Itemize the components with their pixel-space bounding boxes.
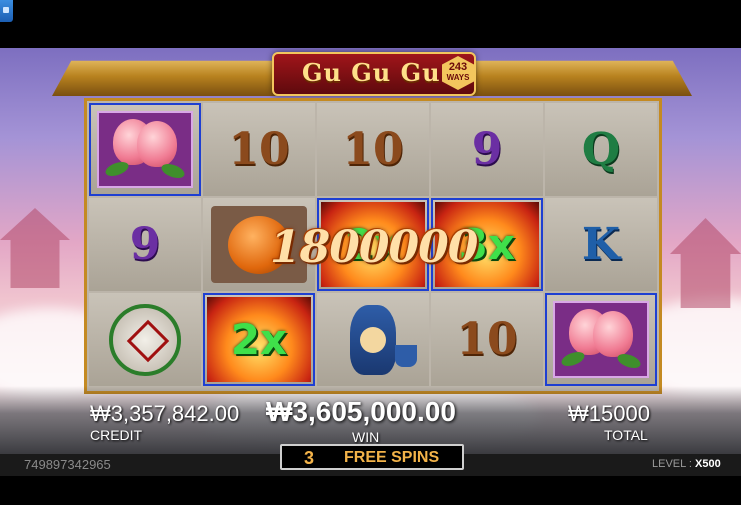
reel-cell-10: 10 [203, 103, 315, 196]
free-spins-counter: 3 FREE SPINS [280, 444, 464, 470]
free-spins-label: FREE SPINS [344, 449, 440, 466]
total-bet-label: TOTAL [604, 427, 648, 443]
reel-cell-coin [89, 293, 201, 386]
reel-cell-vase [317, 293, 429, 386]
symbol-q: Q [581, 123, 621, 175]
reel-cell-wild-2x: 2x [203, 293, 315, 386]
ways-count: 243 [448, 61, 468, 73]
multiplier-2x: 2x [230, 315, 288, 364]
reel-cell-9: 9 [431, 103, 543, 196]
reel-cell-peach [545, 293, 657, 386]
credit-value: ₩3,357,842.00 [90, 401, 240, 426]
reel-cell-10: 10 [431, 293, 543, 386]
peach-icon [137, 121, 177, 167]
winning-amount-overlay: 1800000 [270, 222, 478, 273]
reel-cell-peach [89, 103, 201, 196]
reel-cell-q: Q [545, 103, 657, 196]
menu-button[interactable] [0, 0, 13, 22]
symbol-k: K [581, 218, 621, 270]
vase-label [360, 326, 386, 353]
level-value: X500 [695, 458, 721, 470]
pagoda-left [0, 208, 70, 288]
win-label: WIN [352, 429, 380, 445]
level-label: LEVEL : [652, 458, 692, 470]
reel-cell-9: 9 [89, 198, 201, 291]
symbol-10: 10 [456, 313, 518, 365]
symbol-10: 10 [228, 123, 290, 175]
symbol-9: 9 [471, 123, 503, 175]
top-bar [0, 0, 741, 48]
ways-label: WAYS [446, 73, 470, 82]
reel-cell-10: 10 [317, 103, 429, 196]
level-indicator: LEVEL : X500 [652, 458, 721, 470]
win-value: ₩3,605,000.00 [266, 396, 456, 427]
coin-icon [109, 303, 181, 376]
vase-icon [350, 304, 396, 375]
session-id: 749897342965 [24, 457, 111, 472]
total-bet-value: ₩15000 [568, 401, 650, 426]
pagoda-right [670, 218, 741, 308]
free-spins-count: 3 [304, 448, 315, 468]
peach-icon [593, 311, 633, 357]
symbol-10: 10 [342, 123, 404, 175]
cup-icon [395, 345, 417, 367]
symbol-9: 9 [129, 218, 161, 270]
reel-cell-k: K [545, 198, 657, 291]
credit-label: CREDIT [90, 427, 143, 443]
coin-mark [126, 319, 170, 362]
